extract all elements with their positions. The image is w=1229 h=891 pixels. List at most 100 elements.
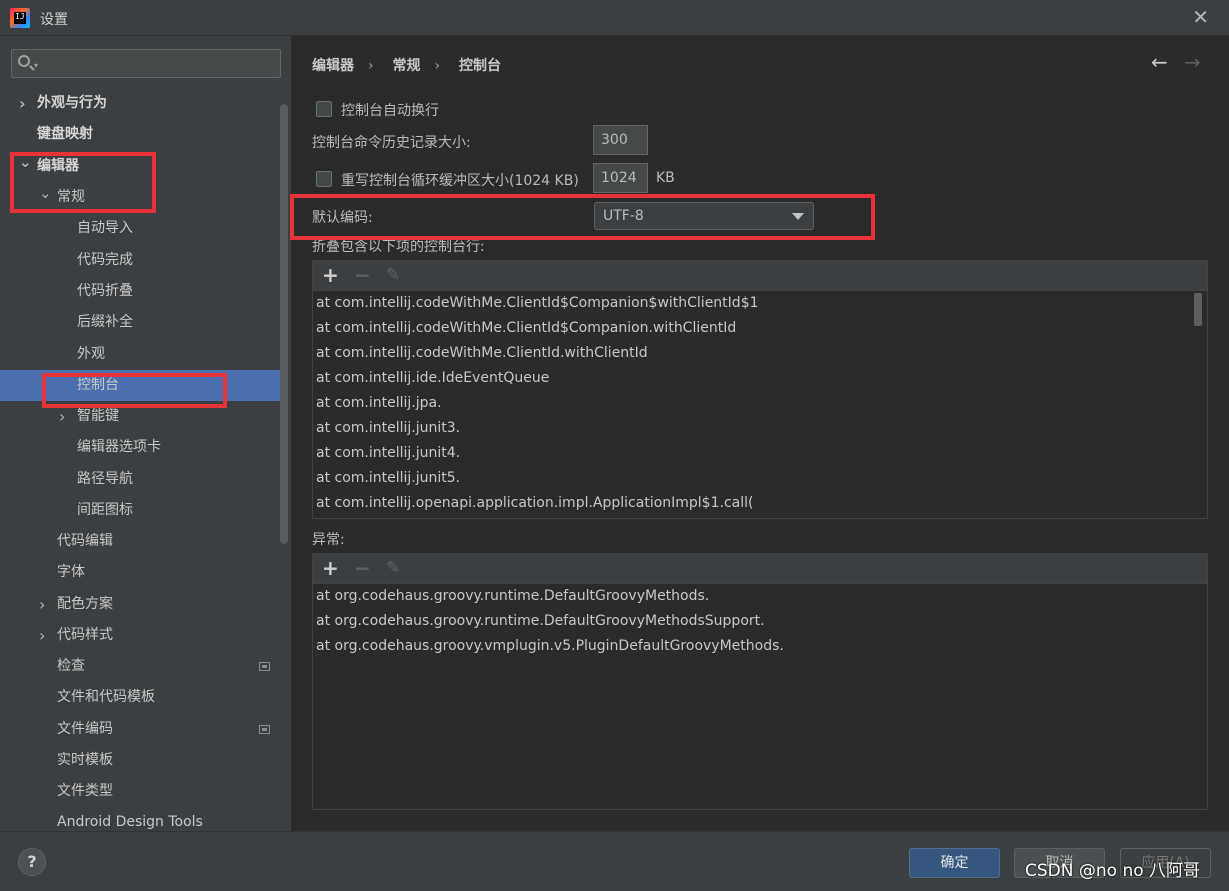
list-item[interactable]: at com.intellij.junit3.	[313, 416, 1207, 441]
list-item[interactable]: at com.intellij.junit5.	[313, 466, 1207, 491]
arrow-right-icon[interactable]: →	[1184, 50, 1201, 74]
list-item[interactable]: at com.intellij.openapi.application.impl…	[313, 491, 1207, 516]
sidebar-item[interactable]: › 配色方案	[0, 589, 280, 620]
sidebar-item-label: 自动导入	[77, 220, 133, 236]
sidebar-item[interactable]: 后缀补全	[0, 307, 280, 338]
sidebar-item-label: 字体	[57, 564, 85, 580]
sidebar-item[interactable]: › 外观与行为	[0, 88, 280, 119]
sidebar-item-label: 外观	[77, 346, 105, 362]
soft-wrap-checkbox[interactable]	[316, 101, 332, 117]
remove-icon[interactable]: −	[354, 557, 371, 579]
sidebar-item[interactable]: 路径导航	[0, 464, 280, 495]
arrow-left-icon[interactable]: ←	[1151, 50, 1168, 74]
breadcrumb-separator-icon: ›	[434, 58, 441, 74]
sidebar-item-label: 外观与行为	[37, 95, 107, 111]
add-icon[interactable]: +	[322, 557, 339, 579]
sidebar-item-label: 后缀补全	[77, 314, 133, 330]
sidebar-item[interactable]: 代码编辑	[0, 526, 280, 557]
window-title: 设置	[40, 12, 68, 28]
sidebar-item[interactable]: › 代码样式	[0, 620, 280, 651]
add-icon[interactable]: +	[322, 264, 339, 286]
ok-button[interactable]: 确定	[909, 848, 1000, 878]
sidebar-item[interactable]: 代码折叠	[0, 276, 280, 307]
sidebar-item[interactable]: 自动导入	[0, 213, 280, 244]
sidebar-scrollbar[interactable]	[280, 104, 288, 544]
buffer-size-field[interactable]: 1024	[593, 163, 648, 193]
breadcrumb-item[interactable]: 常规	[392, 58, 420, 74]
list-item[interactable]: at org.codehaus.groovy.runtime.DefaultGr…	[313, 609, 1207, 634]
search-icon	[18, 55, 30, 67]
buffer-unit-label: KB	[656, 170, 675, 186]
chevron-right-icon[interactable]: ›	[39, 620, 45, 651]
fold-lines-scrollbar[interactable]	[1194, 293, 1202, 326]
title-bar: IJ 设置 ✕	[0, 0, 1229, 36]
sidebar-item[interactable]: 文件和代码模板	[0, 682, 280, 713]
sidebar-item-label: 文件编码	[57, 721, 113, 737]
list-item[interactable]: at com.intellij.ide.IdeEventQueue	[313, 366, 1207, 391]
list-item[interactable]: at com.intellij.codeWithMe.ClientId.with…	[313, 341, 1207, 366]
chevron-down-icon: ▾	[34, 61, 39, 70]
sidebar-item-label: 配色方案	[57, 596, 113, 612]
intellij-app-icon: IJ	[10, 8, 30, 28]
exceptions-list: + − ✎ at org.codehaus.groovy.runtime.Def…	[312, 553, 1208, 810]
dialog-footer: ? 确定 取消 应用(A) CSDN @no no 八阿哥	[0, 831, 1229, 891]
override-buffer-checkbox[interactable]	[316, 171, 332, 187]
history-size-field[interactable]: 300	[593, 125, 648, 155]
sidebar-item-label: 文件和代码模板	[57, 689, 155, 705]
sidebar-item[interactable]: 检查	[0, 651, 280, 682]
sidebar-item[interactable]: 键盘映射	[0, 119, 280, 150]
project-settings-icon	[259, 662, 270, 671]
sidebar-item[interactable]: 字体	[0, 557, 280, 588]
list-item[interactable]: at org.codehaus.groovy.runtime.DefaultGr…	[313, 584, 1207, 609]
sidebar-item[interactable]: 实时模板	[0, 745, 280, 776]
fold-lines-toolbar: + − ✎	[313, 261, 1207, 291]
fold-lines-rows: at com.intellij.codeWithMe.ClientId$Comp…	[313, 291, 1207, 516]
highlight-box	[42, 373, 227, 408]
highlight-box	[290, 194, 875, 240]
sidebar-item[interactable]: 文件编码	[0, 714, 280, 745]
fold-lines-list: + − ✎ at com.intellij.codeWithMe.ClientI…	[312, 260, 1208, 519]
sidebar-item[interactable]: 文件类型	[0, 776, 280, 807]
breadcrumb-item: 控制台	[458, 58, 501, 74]
edit-icon[interactable]: ✎	[386, 264, 400, 286]
list-item[interactable]: at org.codehaus.groovy.vmplugin.v5.Plugi…	[313, 634, 1207, 659]
list-item[interactable]: at com.intellij.jpa.	[313, 391, 1207, 416]
breadcrumb-item[interactable]: 编辑器	[312, 58, 354, 74]
sidebar-item[interactable]: 间距图标	[0, 495, 280, 526]
sidebar-item-label: Android Design Tools	[57, 814, 203, 830]
sidebar-item-label: 实时模板	[57, 752, 113, 768]
sidebar-item-label: 键盘映射	[37, 126, 93, 142]
sidebar-item-label: 检查	[57, 658, 85, 674]
sidebar-item-label: 代码样式	[57, 627, 113, 643]
project-settings-icon	[259, 725, 270, 734]
exceptions-toolbar: + − ✎	[313, 554, 1207, 584]
sidebar-item-label: 文件类型	[57, 783, 113, 799]
close-icon[interactable]: ✕	[1192, 6, 1209, 28]
breadcrumb-separator-icon: ›	[368, 58, 374, 74]
list-item[interactable]: at com.intellij.codeWithMe.ClientId$Comp…	[313, 316, 1207, 341]
sidebar-item-label: 代码折叠	[77, 283, 133, 299]
sidebar-item-label: 间距图标	[77, 502, 133, 518]
help-button[interactable]: ?	[18, 848, 46, 876]
chevron-right-icon[interactable]: ›	[19, 88, 26, 119]
chevron-right-icon[interactable]: ›	[39, 589, 45, 620]
exceptions-rows: at org.codehaus.groovy.runtime.DefaultGr…	[313, 584, 1207, 659]
sidebar-item-label: 路径导航	[77, 471, 133, 487]
sidebar-item[interactable]: 编辑器选项卡	[0, 432, 280, 463]
sidebar-item-label: 编辑器选项卡	[77, 439, 161, 455]
override-buffer-label: 重写控制台循环缓冲区大小(1024 KB)	[341, 173, 579, 189]
edit-icon[interactable]: ✎	[386, 557, 400, 579]
sidebar-item[interactable]: 代码完成	[0, 245, 280, 276]
list-item[interactable]: at com.intellij.junit4.	[313, 441, 1207, 466]
list-item[interactable]: at com.intellij.codeWithMe.ClientId$Comp…	[313, 291, 1207, 316]
sidebar-item[interactable]: 外观	[0, 339, 280, 370]
breadcrumb: 编辑器 › 常规 › 控制台	[312, 55, 515, 75]
sidebar-item-label: 代码编辑	[57, 533, 113, 549]
settings-main-panel: 编辑器 › 常规 › 控制台 ← → 控制台自动换行 控制台命令历史记录大小: 30…	[291, 36, 1229, 831]
sidebar-item[interactable]: Android Design Tools	[0, 807, 280, 831]
exceptions-label: 异常:	[312, 532, 345, 548]
sidebar-item-label: 代码完成	[77, 252, 133, 268]
history-size-label: 控制台命令历史记录大小:	[312, 135, 471, 151]
search-input[interactable]: ▾	[11, 49, 281, 78]
remove-icon[interactable]: −	[354, 264, 371, 286]
